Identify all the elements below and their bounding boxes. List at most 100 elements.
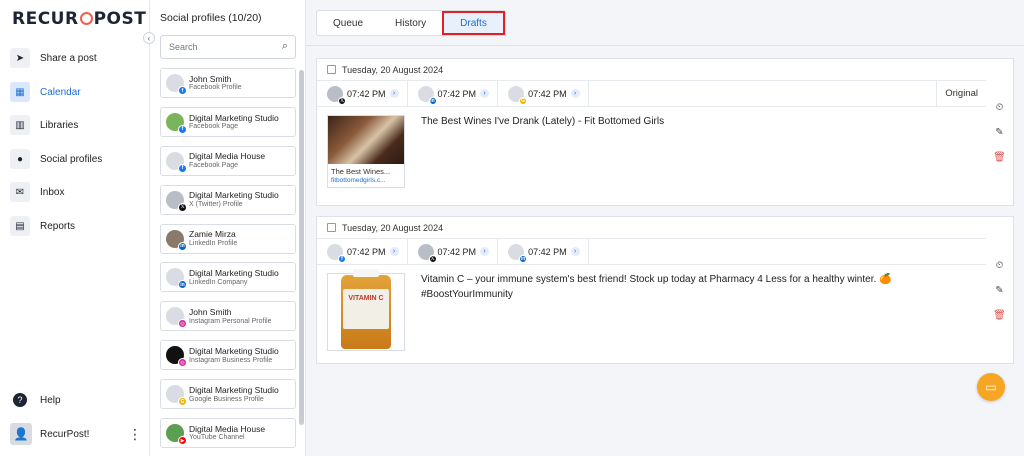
nav-item-label: Calendar: [40, 86, 81, 98]
recurpost-logo[interactable]: RECUR POST: [12, 9, 146, 29]
profile-card[interactable]: f Digital Marketing Studio Facebook Page: [160, 106, 296, 137]
profile-name: Zamie Mirza: [189, 230, 236, 240]
profile-type: YouTube Channel: [189, 434, 245, 442]
post-text: Vitamin C – your immune system's best fr…: [421, 274, 892, 300]
user-account[interactable]: 👤 RecurPost! ⋮: [10, 423, 142, 445]
post-schedule-chips: 𝕏 07:42 PM › in 07:42 PM › G 07:42 PM › Original: [317, 80, 986, 107]
chip-time: 07:42 PM: [528, 88, 567, 99]
chat-icon[interactable]: ▭: [977, 373, 1005, 401]
chip-avatar: 𝕏: [327, 85, 346, 105]
schedule-chip[interactable]: in 07:42 PM ›: [498, 238, 589, 265]
post-body: VITAMIN C Vitamin C – your immune system…: [317, 265, 986, 363]
nav-item-label: Social profiles: [40, 153, 103, 165]
profile-card[interactable]: f John Smith Facebook Profile: [160, 68, 296, 98]
edit-icon[interactable]: ✎: [995, 127, 1003, 138]
logo-o-mark: [79, 12, 93, 25]
tab-drafts[interactable]: Drafts: [442, 11, 505, 35]
x-icon: 𝕏: [428, 254, 437, 263]
chevron-right-icon[interactable]: ›: [480, 89, 490, 98]
nav-item-social-profiles[interactable]: ● Social profiles: [10, 147, 140, 171]
help-label: Help: [40, 394, 61, 406]
profile-card[interactable]: in Digital Marketing Studio LinkedIn Compa…: [160, 262, 296, 293]
nav-item-reports[interactable]: ▤ Reports: [10, 214, 140, 238]
post-schedule-chips: f 07:42 PM › 𝕏 07:42 PM › in 07:42 PM ›: [317, 238, 986, 265]
chip-avatar: in: [508, 243, 528, 263]
chevron-right-icon[interactable]: ›: [480, 247, 490, 256]
logo-text-1: RECUR: [12, 9, 79, 29]
draft-post-card: Tuesday, 20 August 2024 f 07:42 PM › 𝕏 07:42…: [316, 216, 987, 364]
instagram-icon: ◎: [178, 358, 187, 368]
post-select-checkbox[interactable]: [327, 223, 336, 232]
profile-card[interactable]: in Zamie Mirza LinkedIn Profile: [160, 223, 296, 254]
send-icon: ➤: [10, 48, 30, 68]
original-tab[interactable]: Original: [936, 80, 986, 107]
google-icon: G: [178, 397, 187, 407]
nav-item-inbox[interactable]: ✉ Inbox: [10, 180, 140, 204]
post-actions: ⏲ ✎ 🗑: [986, 216, 1014, 364]
profile-type: LinkedIn Profile: [189, 239, 238, 247]
post-select-checkbox[interactable]: [327, 65, 336, 74]
schedule-chip[interactable]: 𝕏 07:42 PM ›: [317, 80, 408, 107]
facebook-icon: f: [178, 124, 187, 134]
delete-icon[interactable]: 🗑: [993, 310, 1006, 321]
profile-card[interactable]: G Digital Marketing Studio Google Business…: [160, 379, 296, 410]
help-link[interactable]: ? Help: [10, 388, 140, 412]
profile-card[interactable]: ▶ Digital Media House YouTube Channel: [160, 418, 296, 448]
bottle-label: VITAMIN C: [343, 289, 389, 329]
more-vertical-icon[interactable]: ⋮: [128, 427, 142, 441]
chevron-right-icon[interactable]: ›: [570, 89, 580, 98]
collapse-sidebar-button[interactable]: ‹: [143, 32, 155, 44]
profile-avatar: G: [166, 385, 187, 407]
profile-avatar: ◎: [166, 307, 187, 329]
nav-item-share-a-post[interactable]: ➤ Share a post: [10, 46, 140, 70]
profile-name: Digital Media House: [189, 424, 266, 434]
profile-card[interactable]: f Digital Media House Facebook Page: [160, 145, 296, 176]
edit-icon[interactable]: ✎: [995, 285, 1003, 296]
post-image[interactable]: VITAMIN C: [327, 269, 405, 351]
profile-search-input[interactable]: Search ⌕: [160, 35, 296, 59]
profile-list: f John Smith Facebook Profile f Digital Mark…: [160, 68, 296, 448]
chevron-right-icon[interactable]: ›: [389, 89, 399, 98]
profile-list-scrollbar[interactable]: [299, 70, 304, 425]
schedule-chip[interactable]: G 07:42 PM ›: [498, 80, 589, 107]
post-date: Tuesday, 20 August 2024: [342, 222, 444, 233]
post-date-header: Tuesday, 20 August 2024: [317, 217, 986, 239]
link-preview[interactable]: The Best Wines... fitbottomedgirls.c...: [327, 115, 405, 188]
profile-type: Facebook Page: [189, 123, 239, 131]
chip-avatar: G: [508, 85, 528, 105]
post-body: The Best Wines... fitbottomedgirls.c... …: [317, 107, 986, 205]
nav-item-label: Reports: [40, 220, 76, 232]
chevron-right-icon[interactable]: ›: [570, 247, 580, 256]
profile-card[interactable]: 𝕏 Digital Marketing Studio X (Twitter) Pro…: [160, 184, 296, 215]
schedule-chip[interactable]: in 07:42 PM ›: [408, 80, 499, 107]
profile-type: Instagram Personal Profile: [189, 317, 272, 325]
nav-item-label: Inbox: [40, 186, 65, 198]
search-placeholder: Search: [169, 42, 198, 52]
delete-icon[interactable]: 🗑: [993, 152, 1006, 163]
nav-item-calendar[interactable]: ▦ Calendar: [10, 80, 140, 104]
profile-card[interactable]: ◎ Digital Marketing Studio Instagram Busin…: [160, 340, 296, 371]
calendar-icon: ▦: [10, 82, 30, 102]
user-name: RecurPost!: [40, 428, 90, 440]
linkedin-icon: in: [428, 96, 437, 105]
schedule-chip[interactable]: 𝕏 07:42 PM ›: [408, 238, 499, 265]
nav-item-libraries[interactable]: ▥ Libraries: [10, 113, 140, 137]
schedule-icon[interactable]: ⏲: [996, 102, 1004, 113]
profile-name: Digital Marketing Studio: [189, 269, 279, 279]
link-preview-title: The Best Wines...: [331, 167, 391, 176]
chevron-right-icon[interactable]: ›: [389, 247, 399, 256]
tab-history[interactable]: History: [379, 11, 442, 35]
chip-time: 07:42 PM: [347, 246, 386, 257]
chip-time: 07:42 PM: [437, 88, 477, 99]
profile-card[interactable]: ◎ John Smith Instagram Personal Profile: [160, 301, 296, 332]
post-date: Tuesday, 20 August 2024: [342, 64, 444, 75]
post-actions: ⏲ ✎ 🗑: [986, 58, 1014, 206]
profile-name: Digital Marketing Studio: [189, 191, 279, 201]
schedule-icon[interactable]: ⏲: [996, 260, 1004, 271]
schedule-chip[interactable]: f 07:42 PM ›: [317, 238, 408, 265]
user-avatar-icon: 👤: [10, 423, 32, 445]
tab-queue[interactable]: Queue: [317, 11, 379, 35]
nav-item-label: Share a post: [40, 52, 97, 64]
profile-name: Digital Marketing Studio: [189, 113, 279, 123]
chip-time: 07:42 PM: [528, 246, 567, 257]
